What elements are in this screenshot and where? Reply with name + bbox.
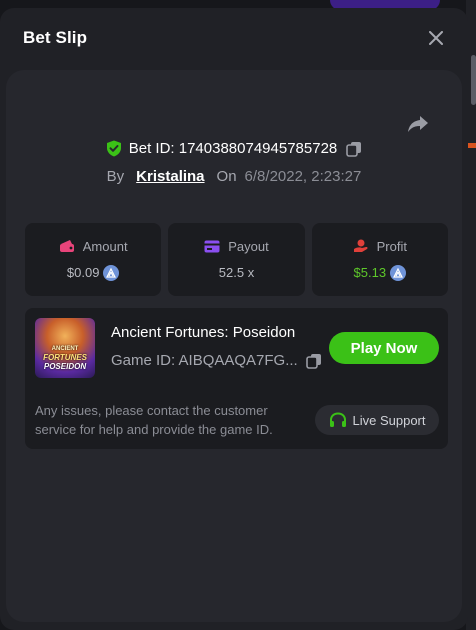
on-label: On xyxy=(216,168,237,185)
game-thumbnail[interactable]: ANCIENT FORTUNES POSEIDON xyxy=(35,318,95,378)
support-help-text: Any issues, please contact the customer … xyxy=(35,403,273,437)
bet-owner-row: By Kristalina On 6/8/2022, 2:23:27 xyxy=(6,168,462,185)
thumb-title-line3: POSEIDON xyxy=(43,362,87,371)
profit-value-text: $5.13 xyxy=(353,265,387,280)
bet-id: Bet ID: 1740388074945785728 xyxy=(128,140,338,157)
game-id-row: Game ID: AIBQAAQA7FG... xyxy=(111,352,322,369)
profit-label-text: Profit xyxy=(376,238,407,254)
copy-game-id-icon[interactable] xyxy=(305,353,322,369)
stat-payout: Payout 52.5 x xyxy=(168,223,305,296)
share-button[interactable] xyxy=(406,112,430,136)
stat-profit-label: Profit xyxy=(353,239,407,254)
stat-payout-label: Payout xyxy=(204,239,269,254)
stat-amount: Amount $0.09 xyxy=(25,223,162,296)
amount-label-text: Amount xyxy=(82,238,128,254)
coin-icon xyxy=(390,264,407,281)
modal-header: Bet Slip xyxy=(0,8,468,68)
stat-amount-value: $0.09 xyxy=(66,264,120,281)
card-icon xyxy=(204,240,220,253)
stat-amount-label: Amount xyxy=(59,239,128,254)
hand-coin-icon xyxy=(353,239,368,252)
live-support-button[interactable]: Live Support xyxy=(315,405,439,435)
by-label: By xyxy=(106,168,125,185)
amount-value-text: $0.09 xyxy=(66,265,100,280)
verified-shield-icon xyxy=(106,140,121,157)
game-id: Game ID: AIBQAAQA7FG... xyxy=(111,352,298,369)
game-card: ANCIENT FORTUNES POSEIDON Ancient Fortun… xyxy=(25,308,448,449)
stat-profit: Profit $5.13 xyxy=(311,223,448,296)
share-icon xyxy=(408,116,428,132)
wallet-icon xyxy=(59,240,74,252)
username-link[interactable]: Kristalina xyxy=(136,168,204,185)
copy-bet-id-icon[interactable] xyxy=(346,141,362,157)
play-now-button[interactable]: Play Now xyxy=(329,332,439,364)
bet-slip-modal: Bet Slip Bet ID: 1740388074945785728 By … xyxy=(0,8,468,630)
payout-value-text: 52.5 x xyxy=(218,265,255,280)
close-icon xyxy=(429,31,443,45)
stat-payout-value: 52.5 x xyxy=(219,265,254,280)
bet-details-panel: Bet ID: 1740388074945785728 By Kristalin… xyxy=(6,70,462,622)
payout-label-text: Payout xyxy=(228,239,269,254)
bet-stats: Amount $0.09 Payout 52.5 x Profit $5.13 xyxy=(25,223,448,296)
stat-profit-value: $5.13 xyxy=(353,264,407,281)
bet-id-row: Bet ID: 1740388074945785728 xyxy=(6,140,462,157)
thumb-title-line2: FORTUNES xyxy=(43,353,87,362)
close-button[interactable] xyxy=(426,28,446,48)
bet-date: 6/8/2022, 2:23:27 xyxy=(244,168,362,185)
live-support-label: Live Support xyxy=(352,412,426,428)
headset-icon xyxy=(329,411,346,427)
game-name: Ancient Fortunes: Poseidon xyxy=(111,324,296,341)
background-scrollbar xyxy=(471,55,476,105)
background-accent xyxy=(468,143,476,148)
coin-icon xyxy=(103,264,120,281)
modal-title: Bet Slip xyxy=(23,28,88,47)
thumb-title-line1: ANCIENT xyxy=(51,346,79,352)
